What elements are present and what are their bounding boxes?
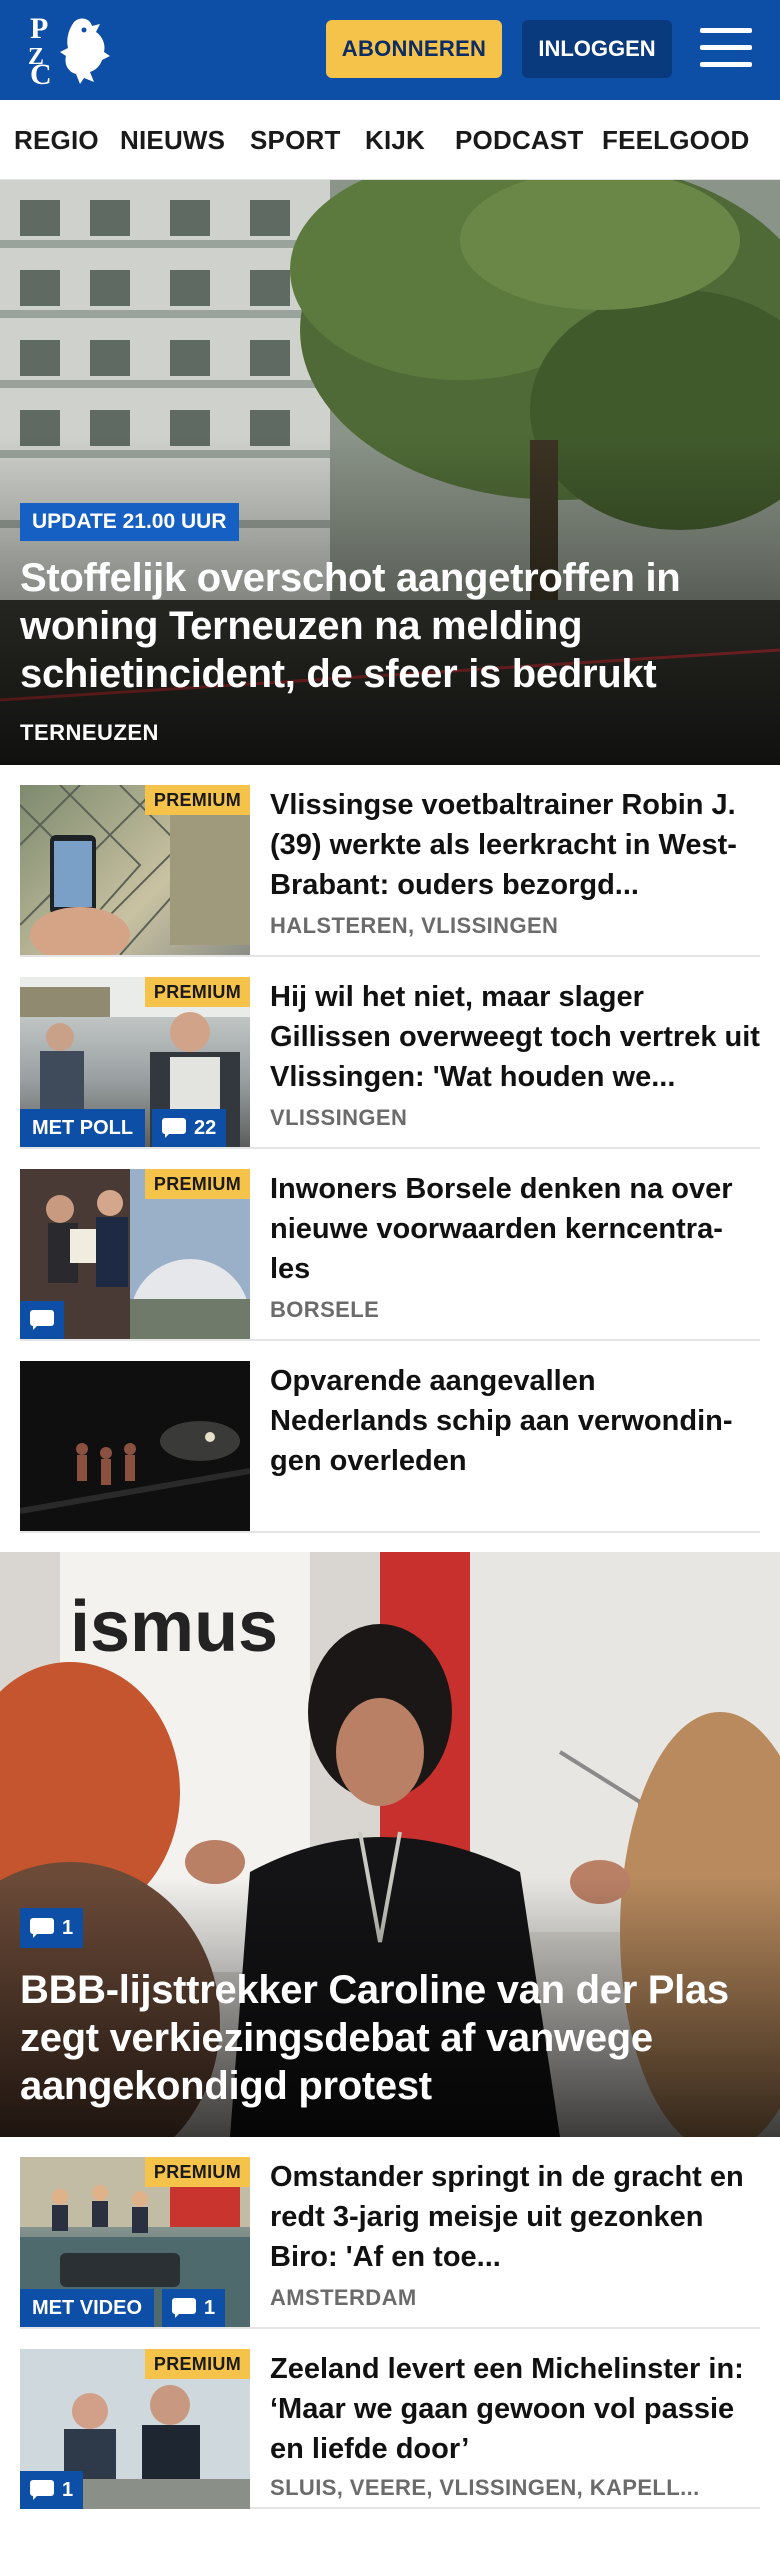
nav-item-nieuws[interactable]: NIEUWS <box>120 100 225 179</box>
article-location: SLUIS, VEERE, VLISSINGEN, KAPELL... <box>270 2475 700 2500</box>
hamburger-menu-icon[interactable] <box>700 26 752 70</box>
article-title[interactable]: Vlissingse voetbaltrainer Robin J. (39) … <box>270 785 760 905</box>
article-title[interactable]: Zeeland levert een Michelinster in: ‘Maa… <box>270 2349 760 2469</box>
login-button[interactable]: INLOGGEN <box>522 20 672 78</box>
comment-icon <box>30 1918 54 1938</box>
article-thumbnail: PREMIUM MET VIDEO 1 <box>20 2157 250 2327</box>
list-item[interactable]: PREMIUM Inwoners Borsele denken na over … <box>20 1149 760 1341</box>
article-location: AMSTERDAM <box>270 2285 417 2310</box>
article-title[interactable]: Opvarende aangevallen Nederlands schip a… <box>270 1361 760 1481</box>
article-location: BORSELE <box>270 1297 380 1322</box>
premium-badge: PREMIUM <box>144 2349 250 2379</box>
logo-letter-c: C <box>30 58 52 91</box>
comment-count[interactable]: 22 <box>152 1109 227 1147</box>
comment-count-value: 22 <box>194 1116 217 1139</box>
premium-badge: PREMIUM <box>144 977 250 1007</box>
nav-scroll-fade <box>750 100 780 179</box>
article-thumbnail: PREMIUM MET POLL 22 <box>20 977 250 1147</box>
article-location: VLISSINGEN <box>270 1105 408 1130</box>
list-item[interactable]: PREMIUM MET VIDEO 1 Omstander springt in… <box>20 2137 760 2329</box>
premium-badge: PREMIUM <box>144 785 250 815</box>
section-nav: REGIO NIEUWS SPORT KIJK PODCAST FEELGOOD <box>0 100 780 180</box>
nav-item-kijk[interactable]: KIJK <box>365 100 425 179</box>
lion-icon <box>60 18 110 84</box>
logo-letter-p: P <box>30 12 49 45</box>
comment-count-value: 1 <box>62 2478 74 2501</box>
list-item[interactable]: Opvarende aangevallen Nederlands schip a… <box>20 1341 760 1533</box>
video-tag: MET VIDEO <box>20 2289 155 2327</box>
subscribe-button[interactable]: ABONNEREN <box>326 20 502 78</box>
article-thumbnail: PREMIUM 1 <box>20 2349 250 2509</box>
nav-item-feelgood[interactable]: FEELGOOD <box>602 100 750 179</box>
nav-item-sport[interactable]: SPORT <box>250 100 341 179</box>
list-item[interactable]: PREMIUM MET POLL 22 Hij wil het niet, ma… <box>20 957 760 1149</box>
banner-sign-text: ismus <box>70 1587 279 1667</box>
hero-title[interactable]: BBB-lijsttrekker Caroline van der Plas z… <box>20 1966 760 2110</box>
nav-item-regio[interactable]: REGIO <box>14 100 99 179</box>
article-title[interactable]: Inwoners Borsele denken na over nieuwe v… <box>270 1169 760 1289</box>
article-location: HALSTEREN, VLISSINGEN <box>270 913 559 938</box>
hero-title[interactable]: Stoffelijk overschot aangetroffen in won… <box>20 554 760 698</box>
comment-icon <box>30 1310 54 1330</box>
article-title[interactable]: Hij wil het niet, maar slager Gillissen … <box>270 977 760 1097</box>
hero-article-terneuzen[interactable]: UPDATE 21.00 UUR Stoffelijk overschot aa… <box>0 180 780 765</box>
hero-article-bbb[interactable]: ismus 1 BBB-lijsttrekker Caroline van de… <box>0 1552 780 2137</box>
comment-count[interactable]: 1 <box>20 1908 84 1948</box>
pzc-logo[interactable]: P Z C <box>26 12 112 91</box>
comment-count[interactable]: 1 <box>162 2289 226 2327</box>
list-item[interactable]: PREMIUM 1 Zeeland levert een Michelinste… <box>20 2329 760 2509</box>
comment-count-value: 1 <box>204 2296 216 2319</box>
nav-item-podcast[interactable]: PODCAST <box>455 100 584 179</box>
hero-location: TERNEUZEN <box>20 720 159 745</box>
comment-count[interactable]: 1 <box>20 2471 84 2509</box>
list-item[interactable]: PREMIUM Vlissingse voetbaltrainer Robin … <box>20 765 760 957</box>
comment-icon <box>172 2298 196 2318</box>
site-header: P Z C ABONNEREN INLOGGEN <box>0 0 780 100</box>
update-badge: UPDATE 21.00 UUR <box>20 503 239 541</box>
comment-count-value: 1 <box>62 1916 74 1939</box>
poll-tag: MET POLL <box>20 1109 146 1147</box>
comment-count[interactable] <box>20 1301 64 1339</box>
comment-icon <box>30 2480 54 2500</box>
article-title[interactable]: Omstander springt in de gracht en redt 3… <box>270 2157 760 2277</box>
comment-icon <box>162 1118 186 1138</box>
article-thumbnail <box>20 1361 250 1531</box>
premium-badge: PREMIUM <box>144 1169 250 1199</box>
article-thumbnail: PREMIUM <box>20 785 250 955</box>
article-thumbnail: PREMIUM <box>20 1169 250 1339</box>
premium-badge: PREMIUM <box>144 2157 250 2187</box>
